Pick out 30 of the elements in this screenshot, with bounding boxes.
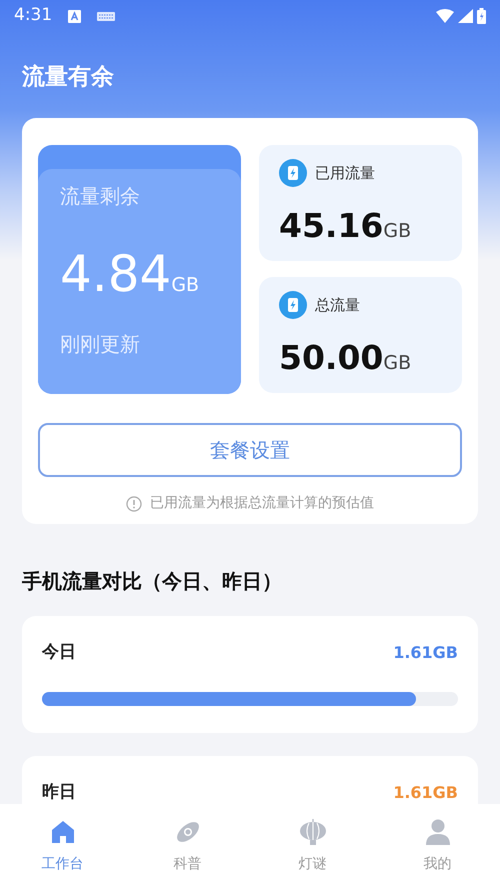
battery-icon xyxy=(477,8,486,24)
usage-value: 1.61GB xyxy=(393,642,458,664)
stat-value: 50.00GB xyxy=(279,341,412,374)
tab-item[interactable]: 灯谜 xyxy=(250,804,375,888)
font-icon xyxy=(68,10,82,22)
status-time: 4:31 xyxy=(14,4,52,28)
info-icon xyxy=(126,496,142,512)
day-label: 今日 xyxy=(42,641,76,664)
estimate-hint: 已用流量为根据总流量计算的预估值 xyxy=(150,494,374,513)
plan-settings-button[interactable]: 套餐设置 xyxy=(38,423,462,477)
battery-icon xyxy=(279,159,307,187)
update-note: 刚刚更新 xyxy=(60,331,141,358)
battery-icon xyxy=(279,291,307,319)
wifi-icon xyxy=(436,9,454,23)
stat-value: 45.16GB xyxy=(279,209,412,242)
stat-label: 已用流量 xyxy=(315,162,375,184)
day-label: 昨日 xyxy=(42,781,76,804)
tab-item[interactable]: 科普 xyxy=(125,804,250,888)
remaining-label: 流量剩余 xyxy=(60,183,141,210)
keyboard-icon xyxy=(97,12,116,20)
tab-item[interactable]: 工作台 xyxy=(0,804,125,888)
usage-value: 1.61GB xyxy=(393,782,458,804)
tab-item[interactable]: 我的 xyxy=(375,804,500,888)
person-icon xyxy=(424,818,452,846)
lantern-icon xyxy=(298,818,326,846)
remaining-value: 4.84 GB xyxy=(60,249,200,299)
signal-icon xyxy=(458,9,473,23)
page-title: 流量有余 xyxy=(22,64,114,90)
stat-label: 总流量 xyxy=(315,294,360,316)
section-title: 手机流量对比（今日、昨日） xyxy=(22,569,282,593)
